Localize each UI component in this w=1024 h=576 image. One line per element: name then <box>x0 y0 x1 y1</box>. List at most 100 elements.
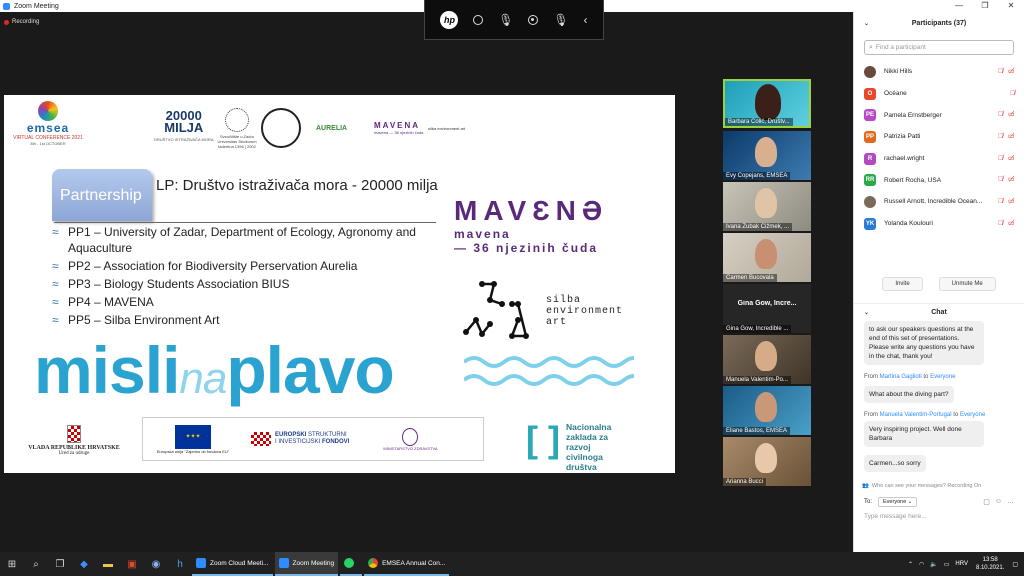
more-icon[interactable]: … <box>1007 498 1014 506</box>
chat-message-input[interactable]: Type message here... <box>864 513 1014 520</box>
misli-word: misli <box>34 333 180 407</box>
chat-tools: ▢ ☺ … <box>983 498 1014 506</box>
participant-row[interactable]: O Océane 🎙̸ <box>854 83 1024 105</box>
list-item: PP2 – Association for Biodiversity Perse… <box>52 258 452 274</box>
participant-row[interactable]: Russell Arnott, Incredible Ocean... 🎙̸ ▭̸ <box>854 191 1024 213</box>
video-off-icon: ▭̸ <box>1008 132 1015 140</box>
partnership-tab: Partnership <box>52 169 152 221</box>
emoji-icon[interactable]: ☺ <box>995 498 1002 506</box>
close-button[interactable]: ✕ <box>998 0 1024 12</box>
chat-visibility-note[interactable]: 👥 Who can see your messages? Recording O… <box>854 483 1024 489</box>
wifi-icon[interactable]: ◠ <box>919 561 924 568</box>
eu-logo: Europska unija "Zajedno do fondova EU" <box>143 424 243 454</box>
microphone-wave-icon[interactable]: 🎙 <box>553 13 568 27</box>
recording-dot-icon <box>4 19 9 25</box>
minimize-button[interactable]: — <box>946 0 972 12</box>
recipient-select[interactable]: Everyone ⌄ <box>878 496 918 507</box>
taskbar-app-whatsapp[interactable] <box>340 552 363 576</box>
participant-silhouette <box>755 392 777 422</box>
maximize-button[interactable]: ❐ <box>972 0 998 12</box>
participant-row[interactable]: PE Pamela Ernstberger 🎙̸ ▭̸ <box>854 104 1024 126</box>
message-sender: From Manuela Valentim-Portugal to Everyo… <box>864 412 1014 418</box>
video-off-icon: ▭̸ <box>1008 219 1015 227</box>
video-tile[interactable]: Ivana Zubak Čižmek, ... <box>723 182 811 231</box>
participant-status: 🎙̸ ▭̸ <box>998 133 1016 141</box>
notifications-icon[interactable]: ▢ <box>1012 561 1018 568</box>
h-app-icon[interactable]: h <box>168 552 192 576</box>
participant-name: Robert Rocha, USA <box>884 176 942 184</box>
collapse-chevron-icon[interactable]: ‹ <box>584 13 588 27</box>
participant-row[interactable]: Nikki Hills 🎙̸ ▭̸ <box>854 61 1024 83</box>
file-icon[interactable]: ▢ <box>983 498 990 506</box>
mavena-logo: MAVƐNƏ mavena — 36 njezinih čuda <box>454 195 608 255</box>
nzrcd-logo: [ ] Nacionalna zaklada za razvoj civilno… <box>526 422 611 473</box>
chevron-down-icon[interactable]: ⌄ <box>864 309 869 316</box>
video-name: Barbara Čolić, Društv... <box>725 118 793 126</box>
unmute-me-button[interactable]: Unmute Me <box>938 276 996 291</box>
video-tile[interactable]: Evy Copejans, EMSEA <box>723 131 811 180</box>
invite-button[interactable]: Invite <box>882 276 923 291</box>
lead-partner: LP: Društvo istraživača mora - 20000 mil… <box>156 177 438 194</box>
battery-icon[interactable]: ▭ <box>944 561 950 568</box>
dropbox-icon[interactable]: ◆ <box>72 552 96 576</box>
esif-line3: I INVESTICIJSKI <box>275 439 321 445</box>
video-name: Carmen Bucovala <box>723 274 777 282</box>
chevron-up-icon[interactable]: ⌃ <box>908 561 913 568</box>
participant-silhouette <box>755 188 777 218</box>
video-tile[interactable]: Arianna Bucci <box>723 437 811 486</box>
task-view-icon[interactable]: ❐ <box>48 552 72 576</box>
aurelia-word: AURELIA <box>316 124 348 132</box>
video-tile[interactable]: Manuela Valentim-Po... <box>723 335 811 384</box>
participant-row[interactable]: R rachael.wright 🎙̸ ▭̸ <box>854 148 1024 170</box>
participant-row[interactable]: RR Robert Rocha, USA 🎙̸ ▭̸ <box>854 169 1024 191</box>
hp-logo-icon[interactable]: hp <box>440 10 459 29</box>
search-icon[interactable]: ⌕ <box>24 552 48 576</box>
video-tile[interactable]: Eliane Bastos, EMSEA <box>723 386 811 435</box>
divider <box>54 222 436 223</box>
video-tile[interactable]: Gina Gow, Incre... Gina Gow, Incredible … <box>723 284 811 333</box>
participant-status: 🎙̸ ▭̸ <box>998 111 1016 119</box>
language-indicator[interactable]: HRV <box>955 561 968 567</box>
participant-silhouette <box>755 341 777 371</box>
participant-name: Nikki Hills <box>884 68 913 76</box>
taskbar-app-zoom-cloud[interactable]: Zoom Cloud Meeti... <box>192 552 273 576</box>
eu-flag-icon <box>175 424 211 449</box>
pen-toolbar: hp 🎙 🎙 ‹ <box>424 0 604 40</box>
nzrcd-line2: zaklada za <box>565 432 609 442</box>
taskbar-app-zoom-meeting[interactable]: Zoom Meeting <box>274 552 339 576</box>
participant-row[interactable]: YK Yolanda Koulouri 🎙̸ ▭̸ <box>854 213 1024 235</box>
chat-message: What about the diving part? <box>864 385 954 403</box>
mic-muted-icon: 🎙̸ <box>998 67 1004 75</box>
participant-search-input[interactable]: ⌕ Find a participant <box>864 40 1014 55</box>
croatia-line2: Ured za udruge <box>58 451 90 456</box>
avatar <box>864 195 876 208</box>
recording-label: Recording <box>12 19 40 25</box>
pen-circle-icon[interactable] <box>473 14 484 25</box>
chevron-down-icon[interactable]: ⌄ <box>864 20 869 27</box>
silba-small-logo: silba environment art <box>428 103 465 153</box>
ministry-icon <box>402 427 419 446</box>
mavena-small-title: MAVENA <box>374 121 421 130</box>
chat-message: Carmen...so sorry <box>864 454 926 472</box>
sender-name: Manuela Valentim-Portugal <box>879 411 952 418</box>
emsea-dates: 8th - 1st OCTOBER <box>30 141 66 146</box>
message-sender: From Martina Gaglioti to Everyone <box>864 374 1014 380</box>
taskbar-app-chrome[interactable]: EMSEA Annual Con... <box>364 552 450 576</box>
file-explorer-icon[interactable]: ▬ <box>96 552 120 576</box>
record-circle-icon[interactable] <box>528 14 539 25</box>
video-off-icon: ▭̸ <box>1008 176 1015 184</box>
office-icon[interactable]: ▣ <box>120 552 144 576</box>
volume-icon[interactable]: 🔈 <box>930 561 937 568</box>
zoom-app-icon <box>3 2 10 10</box>
video-tile[interactable]: Barbara Čolić, Društv... <box>723 79 811 128</box>
globe-icon[interactable]: ◉ <box>144 552 168 576</box>
microphone-icon[interactable]: 🎙 <box>498 13 513 27</box>
participant-row[interactable]: PP Patrizia Patti 🎙̸ ▭̸ <box>854 126 1024 148</box>
windows-start-icon[interactable]: ⊞ <box>0 552 24 576</box>
participant-name: rachael.wright <box>884 155 925 163</box>
clock[interactable]: 13:58 8.10.2021. <box>976 556 1004 572</box>
video-off-icon: ▭̸ <box>1008 197 1015 205</box>
video-tile[interactable]: Carmen Bucovala <box>723 233 811 282</box>
participant-status: 🎙̸ ▭̸ <box>998 220 1016 228</box>
chat-recipient-row: To: Everyone ⌄ ▢ ☺ … <box>854 496 1024 507</box>
